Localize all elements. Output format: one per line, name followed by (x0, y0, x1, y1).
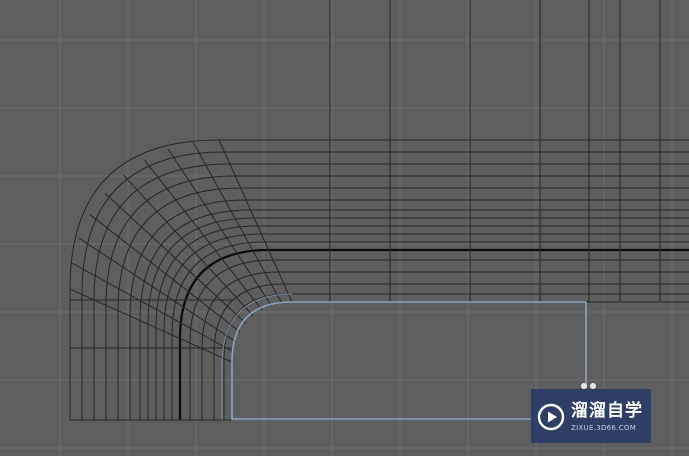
play-circle-icon (537, 403, 565, 431)
wireframe-scene[interactable] (0, 0, 689, 456)
edge-loop (105, 175, 689, 420)
edge-loop (69, 139, 689, 420)
watermark-text: 溜溜自学 ZIXUE.3D66.COM (571, 400, 643, 432)
corner-mesh-wireframe[interactable] (69, 0, 689, 421)
edge-loop (93, 163, 689, 420)
edge-ring (78, 237, 236, 342)
watermark-url: ZIXUE.3D66.COM (571, 423, 637, 432)
watermark-title: 溜溜自学 (571, 400, 643, 421)
modeling-viewport[interactable]: 溜溜自学 ZIXUE.3D66.COM (0, 0, 689, 456)
watermark-badge: 溜溜自学 ZIXUE.3D66.COM (531, 389, 651, 443)
edge-ring (167, 148, 272, 306)
